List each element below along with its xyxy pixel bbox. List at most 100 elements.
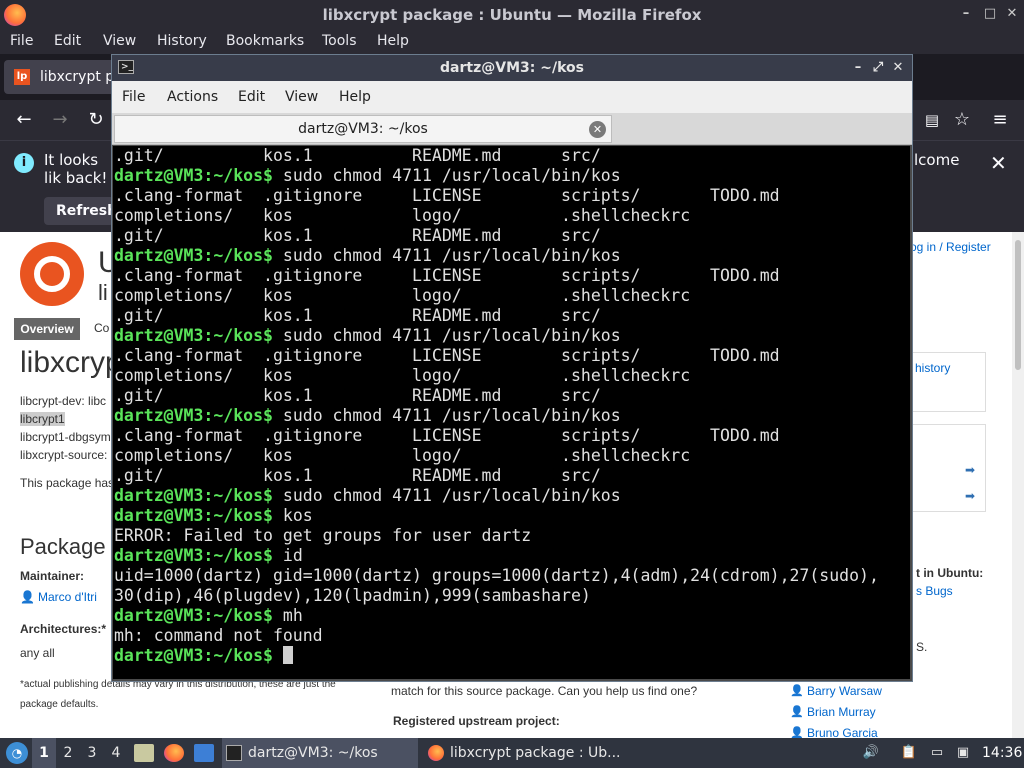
terminal-line-text: .git/ kos.1 README.md src/ bbox=[114, 386, 601, 405]
clipboard-icon[interactable]: 📋 bbox=[900, 744, 918, 762]
notification-text-right: lcome bbox=[914, 151, 960, 169]
reader-view-icon[interactable]: ▤ bbox=[920, 108, 944, 132]
back-icon[interactable]: ← bbox=[12, 108, 36, 132]
menu-history[interactable]: History bbox=[157, 33, 207, 49]
terminal-tab[interactable]: dartz@VM3: ~/kos ✕ bbox=[114, 115, 612, 143]
terminal-line: uid=1000(dartz) gid=1000(dartz) groups=1… bbox=[114, 566, 879, 586]
firefox-titlebar: libxcrypt package : Ubuntu — Mozilla Fir… bbox=[0, 0, 1024, 30]
menu-file[interactable]: File bbox=[10, 33, 33, 49]
page-scrollbar[interactable] bbox=[1012, 232, 1024, 738]
close-icon[interactable]: ✕ bbox=[890, 59, 906, 77]
firefox-logo-icon bbox=[4, 4, 26, 26]
menu-view[interactable]: View bbox=[103, 33, 136, 49]
terminal-line: completions/ kos logo/ .shellcheckrc bbox=[114, 446, 879, 466]
terminal-text: .git/ kos.1 README.md src/dartz@VM3:~/ko… bbox=[114, 146, 879, 666]
workspace-4[interactable]: 4 bbox=[104, 738, 128, 768]
person-icon: 👤 bbox=[790, 684, 804, 697]
arrow-right-icon[interactable]: ➡ bbox=[965, 463, 975, 477]
person-link[interactable]: Barry Warsaw bbox=[807, 684, 882, 698]
terminal-line-text: .git/ kos.1 README.md src/ bbox=[114, 226, 601, 245]
maximize-icon[interactable]: □ bbox=[982, 6, 998, 22]
terminal-line: dartz@VM3:~/kos$ id bbox=[114, 546, 879, 566]
footnote: package defaults. bbox=[20, 699, 99, 710]
maintainer-link[interactable]: Marco d'Itri bbox=[38, 590, 97, 604]
arrow-right-icon[interactable]: ➡ bbox=[965, 489, 975, 503]
binary-line: libcrypt1-dbgsym bbox=[20, 430, 111, 444]
forward-icon[interactable]: → bbox=[48, 108, 72, 132]
workspace-2[interactable]: 2 bbox=[56, 738, 80, 768]
upstream-match-text: match for this source package. Can you h… bbox=[391, 684, 698, 698]
task-terminal[interactable]: dartz@VM3: ~/kos bbox=[222, 738, 418, 768]
bookmark-star-icon[interactable]: ☆ bbox=[950, 108, 974, 132]
terminal-line-text: .clang-format .gitignore LICENSE scripts… bbox=[114, 186, 780, 205]
menu-edit[interactable]: Edit bbox=[54, 33, 81, 49]
firefox-icon bbox=[428, 745, 444, 761]
workspace-3[interactable]: 3 bbox=[80, 738, 104, 768]
firefox-menubar: File Edit View History Bookmarks Tools H… bbox=[0, 30, 1024, 54]
display-icon[interactable]: ▭ bbox=[928, 744, 946, 762]
menu-file[interactable]: File bbox=[122, 89, 145, 105]
task-firefox[interactable]: libxcrypt package : Ub... bbox=[424, 738, 644, 768]
tab-code[interactable]: Co bbox=[94, 321, 109, 335]
person-link[interactable]: Brian Murray bbox=[807, 705, 876, 719]
minimize-icon[interactable]: – bbox=[850, 59, 866, 77]
terminal-line: .clang-format .gitignore LICENSE scripts… bbox=[114, 346, 879, 366]
minimize-icon[interactable]: – bbox=[958, 6, 974, 22]
architectures-value: any all bbox=[20, 646, 55, 660]
network-icon[interactable]: ▣ bbox=[954, 744, 972, 762]
terminal-titlebar[interactable]: >_ dartz@VM3: ~/kos – ⤢ ✕ bbox=[112, 55, 912, 81]
person-icon: 👤 bbox=[20, 590, 35, 604]
scrollbar-thumb[interactable] bbox=[1015, 240, 1021, 370]
close-icon[interactable]: ✕ bbox=[1004, 6, 1020, 22]
maximize-icon[interactable]: ⤢ bbox=[870, 59, 886, 77]
browser-tab[interactable]: lp libxcrypt pa bbox=[4, 60, 124, 94]
terminal-line-text: completions/ kos logo/ .shellcheckrc bbox=[114, 286, 691, 305]
tab-close-icon[interactable]: ✕ bbox=[589, 121, 606, 138]
terminal-line-text: sudo chmod 4711 /usr/local/bin/kos bbox=[272, 166, 621, 185]
show-desktop-icon[interactable] bbox=[194, 744, 214, 762]
menu-help[interactable]: Help bbox=[377, 33, 409, 49]
side-ubuntu-text: t in Ubuntu: bbox=[916, 566, 984, 580]
side-bugs-link[interactable]: s Bugs bbox=[916, 584, 953, 598]
maintainer-label: Maintainer: bbox=[20, 569, 85, 583]
menu-actions[interactable]: Actions bbox=[167, 89, 218, 105]
terminal-line-text: .git/ kos.1 README.md src/ bbox=[114, 146, 601, 165]
page-brand-sub: li bbox=[98, 280, 108, 305]
menu-edit[interactable]: Edit bbox=[238, 89, 265, 105]
hamburger-menu-icon[interactable]: ≡ bbox=[988, 108, 1012, 132]
menu-tools[interactable]: Tools bbox=[322, 33, 357, 49]
terminal-line: .git/ kos.1 README.md src/ bbox=[114, 146, 879, 166]
binary-line-highlight: libcrypt1 bbox=[20, 412, 65, 426]
volume-icon[interactable]: 🔊 bbox=[862, 744, 880, 762]
person-icon: 👤 bbox=[790, 726, 804, 738]
terminal-line: ERROR: Failed to get groups for user dar… bbox=[114, 526, 879, 546]
architectures-label: Architectures:* bbox=[20, 622, 107, 636]
terminal-line-text: sudo chmod 4711 /usr/local/bin/kos bbox=[272, 326, 621, 345]
firefox-launcher-icon[interactable] bbox=[164, 744, 184, 762]
person-link[interactable]: Bruno Garcia bbox=[807, 726, 878, 738]
notification-close-icon[interactable]: ✕ bbox=[990, 151, 1007, 175]
terminal-line-text: sudo chmod 4711 /usr/local/bin/kos bbox=[272, 246, 621, 265]
shell-prompt: dartz@VM3:~/kos$ bbox=[114, 406, 273, 425]
menu-bookmarks[interactable]: Bookmarks bbox=[226, 33, 304, 49]
terminal-tab-title: dartz@VM3: ~/kos bbox=[298, 121, 428, 137]
menu-view[interactable]: View bbox=[285, 89, 318, 105]
file-manager-icon[interactable] bbox=[134, 744, 154, 762]
app-menu-icon[interactable]: ◔ bbox=[6, 742, 28, 764]
terminal-line: mh: command not found bbox=[114, 626, 879, 646]
refresh-button[interactable]: Refresh bbox=[44, 197, 117, 225]
terminal-line: dartz@VM3:~/kos$ sudo chmod 4711 /usr/lo… bbox=[114, 486, 879, 506]
shell-prompt: dartz@VM3:~/kos$ bbox=[114, 646, 273, 665]
shell-prompt: dartz@VM3:~/kos$ bbox=[114, 486, 273, 505]
reload-icon[interactable]: ↻ bbox=[84, 108, 108, 132]
workspace-1[interactable]: 1 bbox=[32, 738, 56, 768]
login-register-link[interactable]: og in / Register bbox=[910, 240, 991, 254]
terminal-output[interactable]: .git/ kos.1 README.md src/dartz@VM3:~/ko… bbox=[113, 146, 910, 679]
menu-help[interactable]: Help bbox=[339, 89, 371, 105]
terminal-window-title: dartz@VM3: ~/kos bbox=[440, 60, 584, 76]
terminal-line-text: .git/ kos.1 README.md src/ bbox=[114, 306, 601, 325]
terminal-line: .clang-format .gitignore LICENSE scripts… bbox=[114, 426, 879, 446]
side-history-link[interactable]: history bbox=[915, 361, 950, 375]
terminal-line: completions/ kos logo/ .shellcheckrc bbox=[114, 206, 879, 226]
tab-overview[interactable]: Overview bbox=[14, 318, 80, 340]
